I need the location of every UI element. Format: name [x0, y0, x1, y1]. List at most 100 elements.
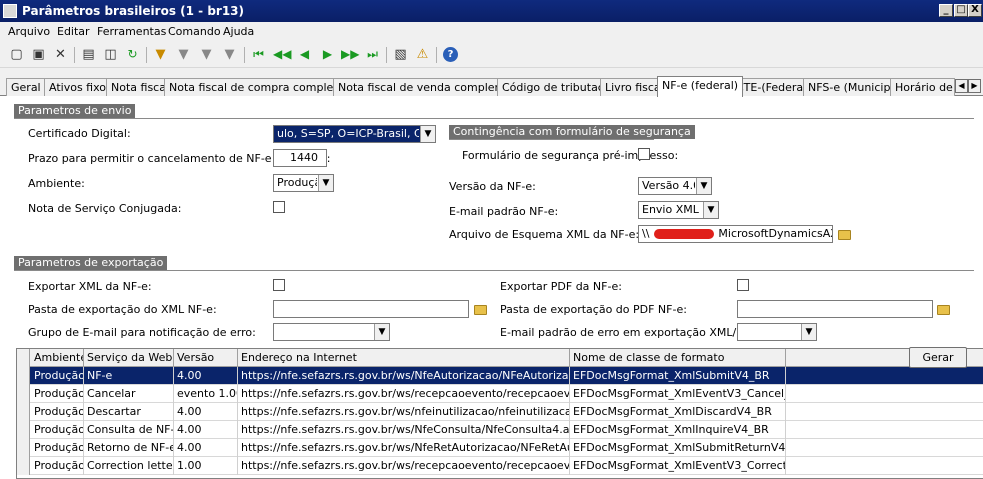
cell-servico: Descartar	[84, 403, 174, 421]
row-marker[interactable]	[17, 457, 30, 475]
menu-ferramentas[interactable]: Ferramentas	[97, 25, 166, 38]
exportar-xml-label: Exportar XML da NF-e:	[28, 280, 152, 293]
nota-servico-checkbox[interactable]	[273, 201, 285, 213]
clear-filter-icon[interactable]: ▼	[221, 46, 238, 63]
cell-classe: EFDocMsgFormat_XmlInquireV4_BR	[570, 421, 786, 439]
ambiente-combo[interactable]: Produção ▼	[273, 174, 334, 192]
cell-versao: evento 1.00	[174, 385, 238, 403]
contingencia-group-divider	[449, 139, 654, 140]
chevron-down-icon[interactable]: ▼	[318, 175, 333, 191]
table-row[interactable]: Produção Descartar 4.00 https://nfe.sefa…	[17, 403, 983, 421]
row-marker[interactable]	[17, 367, 30, 385]
chevron-down-icon[interactable]: ▼	[420, 126, 435, 142]
versao-combo[interactable]: Versão 4.0 ▼	[638, 177, 712, 195]
cell-classe: EFDocMsgFormat_XmlEventV3_Cancel_BR	[570, 385, 786, 403]
tab-scroll-left-icon[interactable]: ◀	[955, 79, 968, 93]
nota-servico-label: Nota de Serviço Conjugada:	[28, 202, 182, 215]
print-preview-icon[interactable]: ◫	[102, 46, 119, 63]
certificado-combo[interactable]: ulo, S=SP, O=ICP-Brasil, C=BR ▼	[273, 125, 436, 143]
cell-versao: 1.00	[174, 457, 238, 475]
refresh-icon[interactable]: ↻	[124, 46, 141, 63]
formulario-checkbox[interactable]	[638, 148, 650, 160]
col-endereco-header[interactable]: Endereço na Internet	[238, 349, 570, 367]
chevron-down-icon[interactable]: ▼	[696, 178, 711, 194]
arquivo-esquema-input[interactable]: \\ MicrosoftDynamicsAXAif5	[638, 225, 833, 243]
exportar-pdf-checkbox[interactable]	[737, 279, 749, 291]
chevron-down-icon[interactable]: ▼	[703, 202, 718, 218]
delete-icon[interactable]: ✕	[52, 46, 69, 63]
save-icon[interactable]: ▣	[30, 46, 47, 63]
next-page-icon[interactable]: ▶▶	[341, 46, 359, 63]
document-handling-icon[interactable]: ▧	[392, 46, 409, 63]
filter-icon[interactable]: ▼	[152, 46, 169, 63]
new-icon[interactable]: ▢	[8, 46, 25, 63]
table-row[interactable]: Produção Correction letter 1.00 https://…	[17, 457, 983, 475]
tab-scroll-right-icon[interactable]: ▶	[968, 79, 981, 93]
pasta-xml-input[interactable]	[273, 300, 469, 318]
minimize-button[interactable]: _	[939, 4, 953, 17]
previous-page-icon[interactable]: ◀◀	[273, 46, 291, 63]
arquivo-esquema-prefix: \\	[642, 227, 650, 240]
arquivo-esquema-value: MicrosoftDynamicsAXAif5	[718, 227, 832, 240]
previous-record-icon[interactable]: ◀	[296, 46, 313, 63]
cell-endereco: https://nfe.sefazrs.rs.gov.br/ws/NfeRetA…	[238, 439, 570, 457]
close-button[interactable]: X	[968, 4, 982, 17]
first-record-icon[interactable]: ⏮	[250, 46, 267, 63]
table-row[interactable]: Produção NF-e 4.00 https://nfe.sefazrs.r…	[17, 367, 983, 385]
chevron-down-icon[interactable]: ▼	[374, 324, 389, 340]
alert-icon[interactable]: ⚠	[414, 46, 431, 63]
menu-ajuda[interactable]: Ajuda	[223, 25, 254, 38]
grupo-email-combo[interactable]: ▼	[273, 323, 390, 341]
cell-servico: Consulta de NF-e	[84, 421, 174, 439]
col-servico-header[interactable]: Serviço da Web	[84, 349, 174, 367]
last-record-icon[interactable]: ⏭	[364, 46, 381, 63]
grupo-email-label: Grupo de E-mail para notificação de erro…	[28, 326, 256, 339]
tab-nfe-federal[interactable]: NF-e (federal)	[657, 76, 744, 97]
help-icon[interactable]: ?	[443, 47, 458, 62]
menu-bar: Arquivo Editar Ferramentas Comando Ajuda	[0, 22, 983, 42]
tab-bar: Geral Ativos fixos Nota fiscal Nota fisc…	[0, 76, 983, 97]
chevron-down-icon[interactable]: ▼	[801, 324, 816, 340]
table-row[interactable]: Produção Cancelar evento 1.00 https://nf…	[17, 385, 983, 403]
filter-selection-icon[interactable]: ▼	[175, 46, 192, 63]
tab-horario-verao[interactable]: Horário de V	[890, 78, 955, 96]
email-padrao-value: Envio XML	[642, 203, 699, 216]
folder-icon[interactable]	[474, 305, 487, 315]
grid-header-row: Ambiente Serviço da Web Versão Endereço …	[17, 349, 983, 367]
cell-classe: EFDocMsgFormat_XmlSubmitV4_BR	[570, 367, 786, 385]
tab-geral[interactable]: Geral	[6, 78, 46, 96]
col-classe-header[interactable]: Nome de classe de formato	[570, 349, 786, 367]
menu-editar[interactable]: Editar	[57, 25, 90, 38]
restore-button[interactable]: □	[954, 4, 968, 17]
pasta-pdf-input[interactable]	[737, 300, 933, 318]
arquivo-esquema-label: Arquivo de Esquema XML da NF-e:	[449, 228, 640, 241]
col-versao-header[interactable]: Versão	[174, 349, 238, 367]
row-marker[interactable]	[17, 421, 30, 439]
cell-servico: Retorno de NF-e	[84, 439, 174, 457]
folder-icon[interactable]	[937, 305, 950, 315]
menu-arquivo[interactable]: Arquivo	[8, 25, 50, 38]
table-row[interactable]: Produção Retorno de NF-e 4.00 https://nf…	[17, 439, 983, 457]
pasta-xml-label: Pasta de exportação do XML NF-e:	[28, 303, 217, 316]
col-ambiente-header[interactable]: Ambiente	[31, 349, 84, 367]
gerar-button[interactable]: Gerar	[909, 347, 967, 368]
cell-classe: EFDocMsgFormat_XmlSubmitReturnV4_BR	[570, 439, 786, 457]
cell-versao: 4.00	[174, 421, 238, 439]
exportar-xml-checkbox[interactable]	[273, 279, 285, 291]
prazo-input[interactable]: 1440	[273, 149, 327, 167]
email-padrao-combo[interactable]: Envio XML ▼	[638, 201, 719, 219]
exportacao-group-header: Parametros de exportação	[14, 256, 168, 270]
row-marker[interactable]	[17, 403, 30, 421]
print-icon[interactable]: ▤	[80, 46, 97, 63]
table-row[interactable]: Produção Consulta de NF-e 4.00 https://n…	[17, 421, 983, 439]
row-marker[interactable]	[17, 439, 30, 457]
exportacao-group-divider	[14, 270, 974, 271]
next-record-icon[interactable]: ▶	[319, 46, 336, 63]
folder-icon[interactable]	[838, 230, 851, 240]
cell-versao: 4.00	[174, 367, 238, 385]
cell-ambiente: Produção	[31, 421, 84, 439]
row-marker[interactable]	[17, 385, 30, 403]
advanced-filter-icon[interactable]: ▼	[198, 46, 215, 63]
email-erro-combo[interactable]: ▼	[737, 323, 817, 341]
menu-comando[interactable]: Comando	[168, 25, 221, 38]
